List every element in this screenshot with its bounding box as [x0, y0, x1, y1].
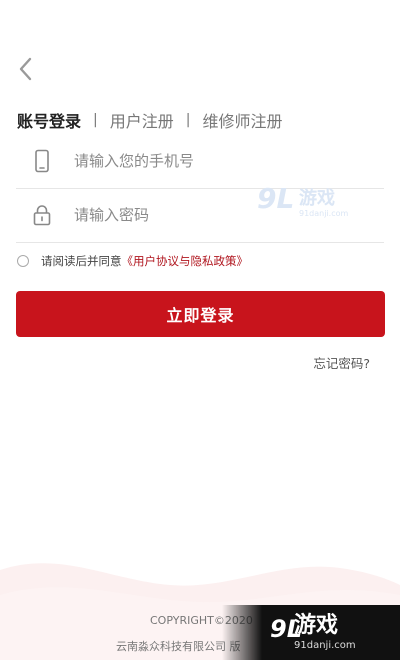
- login-tabs: 账号登录 | 用户注册 | 维修师注册: [17, 108, 282, 132]
- back-button[interactable]: [16, 56, 40, 82]
- tab-separator: |: [185, 112, 191, 128]
- phone-icon: [30, 149, 54, 173]
- agreement-row: 请阅读后并同意 《用户协议与隐私政策》: [17, 252, 248, 270]
- agreement-text: 请阅读后并同意: [41, 254, 122, 268]
- agreement-checkbox[interactable]: [17, 255, 29, 267]
- badge-site: 91danji.com: [294, 640, 356, 651]
- watermark-logo: 9L 游戏 91danji.com: [257, 182, 349, 218]
- tab-separator: |: [93, 112, 98, 128]
- agreement-link[interactable]: 《用户协议与隐私政策》: [122, 253, 249, 269]
- chevron-left-icon: [19, 57, 32, 81]
- forgot-password-link[interactable]: 忘记密码?: [313, 353, 370, 372]
- watermark-site: 91danji.com: [299, 209, 349, 218]
- lock-icon: [30, 203, 54, 227]
- watermark-brand: 游戏: [299, 187, 335, 209]
- tab-user-register[interactable]: 用户注册: [110, 108, 174, 132]
- login-button[interactable]: 立即登录: [16, 291, 385, 337]
- tab-technician-register[interactable]: 维修师注册: [202, 108, 282, 132]
- watermark-logo-mark: 9L: [257, 182, 294, 215]
- tab-account-login[interactable]: 账号登录: [17, 108, 81, 132]
- watermark-badge: 9L 游戏 91danji.com: [222, 605, 400, 660]
- badge-logo: 9L: [270, 615, 302, 643]
- phone-input[interactable]: [72, 151, 336, 171]
